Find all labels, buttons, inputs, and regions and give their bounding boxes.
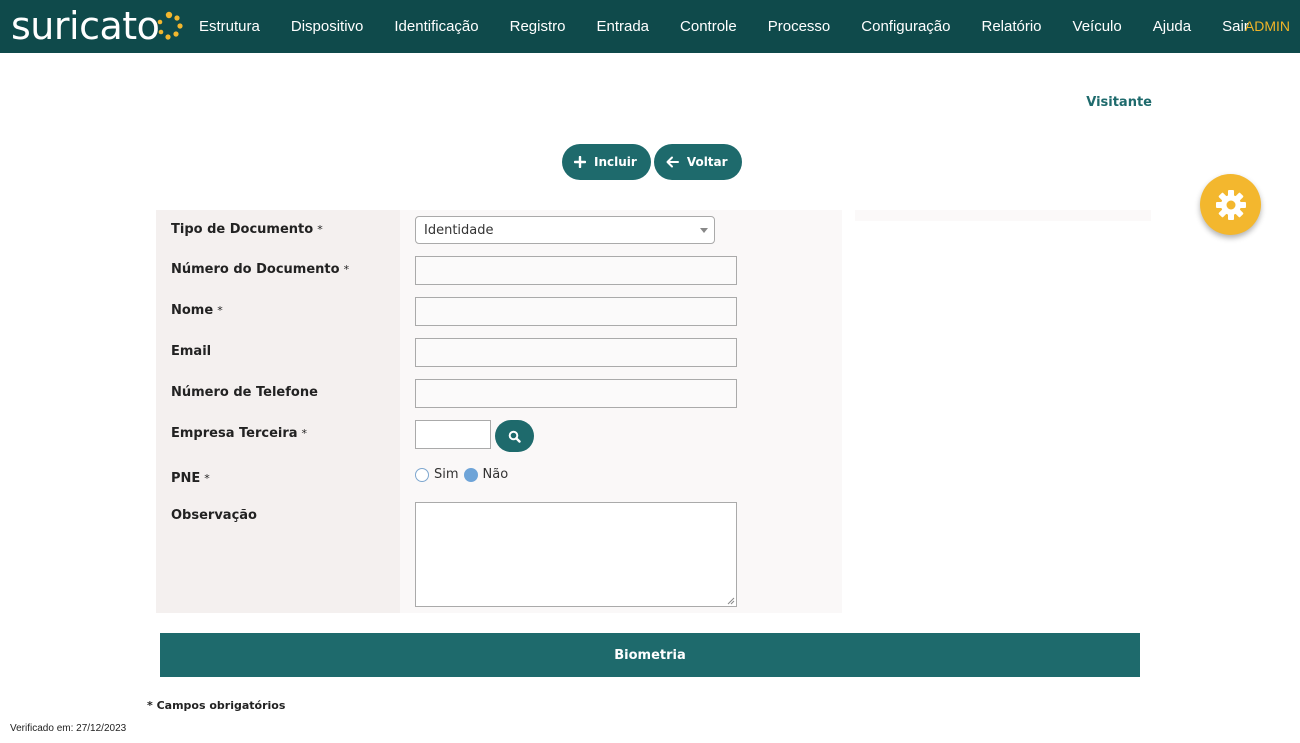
gear-icon [1215,189,1246,220]
email-label: Email [171,344,212,359]
visitor-form: Tipo de Documento * Identidade Número do … [156,210,842,613]
doc-type-label: Tipo de Documento * [171,222,323,237]
search-icon [508,430,521,443]
logo-dots-icon [158,11,183,40]
pne-option-sim-label: Sim [434,467,459,482]
action-buttons: Incluir Voltar [562,144,745,180]
doc-type-value: Identidade [424,223,494,238]
pne-radio-group: Sim Não [415,467,513,482]
add-button[interactable]: Incluir [562,144,651,180]
nav-item-relatorio[interactable]: Relatório [982,18,1042,35]
biometrics-button[interactable]: Biometria [160,633,1140,677]
nav-item-dispositivo[interactable]: Dispositivo [291,18,364,35]
name-input[interactable] [415,297,737,326]
settings-button[interactable] [1200,174,1261,235]
nav-item-estrutura[interactable]: Estrutura [199,18,260,35]
nav-item-configuracao[interactable]: Configuração [861,18,950,35]
notes-label: Observação [171,508,257,523]
email-input[interactable] [415,338,737,367]
pne-label: PNE * [171,471,210,486]
nav-item-controle[interactable]: Controle [680,18,737,35]
user-menu[interactable]: ADMIN [1245,0,1290,53]
page-title: Visitante [1086,95,1152,110]
plus-icon [574,156,586,168]
pne-radio-nao[interactable] [463,467,478,482]
logo-text: suricato [11,4,160,48]
doc-number-label: Número do Documento * [171,262,350,277]
nav-item-entrada[interactable]: Entrada [596,18,649,35]
top-navbar: suricato Estrutura Dispositivo Identific… [0,0,1300,53]
notes-textarea[interactable] [415,502,737,607]
resize-handle-icon[interactable] [727,597,735,605]
nav-item-processo[interactable]: Processo [768,18,831,35]
add-button-label: Incluir [594,155,637,169]
phone-label: Número de Telefone [171,385,318,400]
pne-option-nao-label: Não [482,467,509,482]
side-panel [855,210,1151,221]
company-label: Empresa Terceira * [171,426,308,441]
nav-item-veiculo[interactable]: Veículo [1073,18,1122,35]
name-label: Nome * [171,303,223,318]
verified-date: Verificado em: 27/12/2023 [10,723,127,734]
doc-number-input[interactable] [415,256,737,285]
back-button[interactable]: Voltar [653,144,742,180]
required-fields-note: * Campos obrigatórios [147,699,286,712]
logo[interactable]: suricato [11,3,187,49]
doc-type-select[interactable]: Identidade [415,216,715,244]
pne-radio-sim[interactable] [415,467,429,482]
nav-item-identificacao[interactable]: Identificação [394,18,478,35]
phone-input[interactable] [415,379,737,408]
nav-item-registro[interactable]: Registro [510,18,566,35]
arrow-left-icon [666,156,679,168]
back-button-label: Voltar [686,155,728,169]
main-nav: Estrutura Dispositivo Identificação Regi… [199,0,1280,53]
company-search-button[interactable] [495,420,534,452]
chevron-down-icon [700,228,708,233]
company-input[interactable] [415,420,491,449]
nav-item-ajuda[interactable]: Ajuda [1153,18,1191,35]
